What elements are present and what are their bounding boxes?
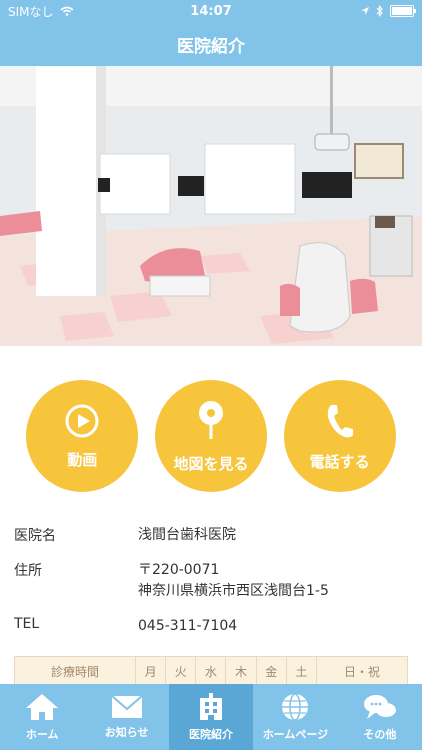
- tel-key: TEL: [14, 616, 40, 632]
- tab-website-label: ホームページ: [262, 728, 329, 741]
- hospital-icon: [200, 693, 223, 720]
- location-arrow-icon: [361, 7, 369, 15]
- tab-other-label: その他: [363, 728, 397, 741]
- hours-header-cell: 火: [165, 656, 197, 686]
- tab-website[interactable]: ホームページ: [253, 684, 337, 750]
- call-button[interactable]: 電話する: [283, 380, 396, 492]
- clinic-photo: [0, 66, 422, 346]
- hours-table: 診療時間 月 火 水 木 金 土 日・祝: [14, 656, 408, 686]
- clock: 14:07: [190, 3, 232, 19]
- clinic-info: 医院名 浅間台歯科医院 住所 〒220-0071 神奈川県横浜市西区浅間台1-5…: [14, 525, 408, 651]
- tel-value: 045-311-7104: [138, 618, 238, 634]
- clinic-name-key: 医院名: [14, 528, 56, 544]
- mail-icon: [110, 695, 143, 718]
- tab-news-label: お知らせ: [104, 726, 149, 739]
- clinic-name-value: 浅間台歯科医院: [138, 527, 236, 543]
- address-row: 住所 〒220-0071 神奈川県横浜市西区浅間台1-5: [14, 560, 408, 602]
- tel-row: TEL 045-311-7104: [14, 616, 408, 637]
- action-buttons: 動画 地図を見る 電話する: [0, 380, 422, 492]
- chat-bubbles-icon: [363, 695, 396, 719]
- video-button-label: 動画: [67, 450, 98, 469]
- address-line: 神奈川県横浜市西区浅間台1-5: [138, 583, 329, 599]
- tab-clinic-label: 医院紹介: [189, 728, 234, 741]
- hours-header-cell: 水: [195, 656, 227, 686]
- status-bar: SIMなし 14:07: [0, 0, 422, 22]
- address-zip: 〒220-0071: [138, 562, 220, 578]
- hours-header-cell: 木: [225, 656, 257, 686]
- home-icon: [26, 694, 59, 720]
- nav-title: 医院紹介: [0, 22, 422, 66]
- battery-icon: [390, 5, 416, 17]
- tab-other[interactable]: その他: [338, 684, 422, 750]
- tab-news[interactable]: お知らせ: [84, 684, 168, 750]
- hours-header-cell: 日・祝: [316, 656, 408, 686]
- map-button[interactable]: 地図を見る: [154, 380, 267, 492]
- hours-header-cell: 土: [285, 656, 318, 686]
- tab-home-label: ホーム: [25, 728, 59, 741]
- tab-bar: ホーム お知らせ 医院紹介 ホームページ その他: [0, 684, 422, 750]
- bluetooth-icon: [376, 5, 383, 17]
- map-pin-icon: [198, 400, 223, 439]
- tab-home[interactable]: ホーム: [0, 684, 84, 750]
- address-key: 住所: [14, 563, 42, 579]
- play-icon: [65, 404, 99, 437]
- hours-header-row: 診療時間 月 火 水 木 金 土 日・祝: [14, 656, 408, 686]
- tab-clinic[interactable]: 医院紹介: [168, 684, 254, 750]
- call-button-label: 電話する: [309, 452, 370, 471]
- phone-icon: [327, 404, 353, 437]
- map-button-label: 地図を見る: [173, 454, 249, 473]
- hours-header-cell: 金: [255, 656, 287, 686]
- clinic-name-row: 医院名 浅間台歯科医院: [14, 525, 408, 546]
- video-button[interactable]: 動画: [26, 380, 139, 492]
- hours-header-cell: 診療時間: [14, 656, 136, 686]
- globe-icon: [282, 693, 309, 721]
- hours-header-cell: 月: [134, 656, 167, 686]
